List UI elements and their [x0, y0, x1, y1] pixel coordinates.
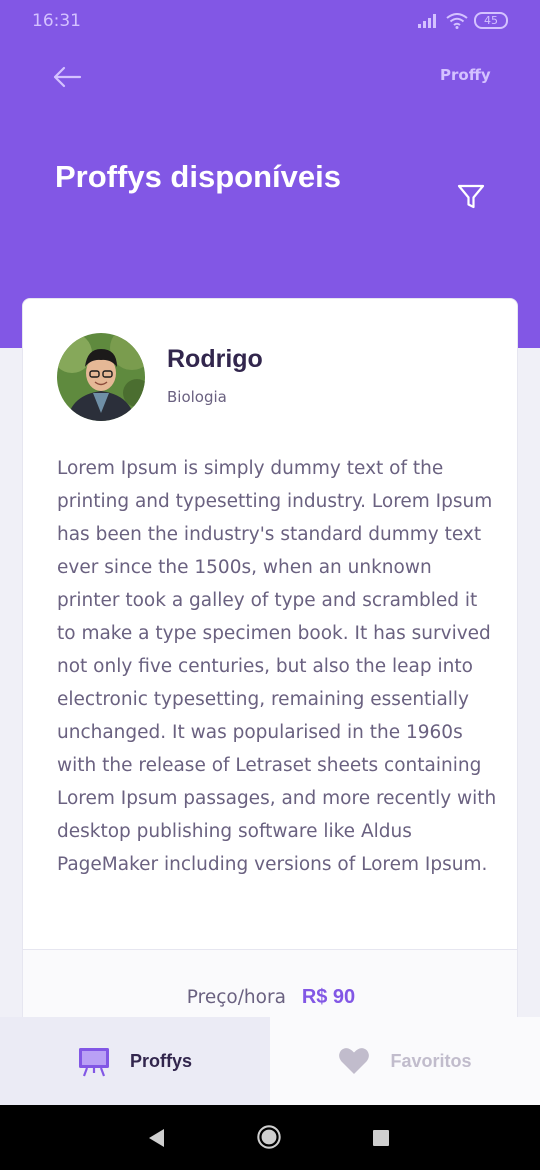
back-arrow-icon[interactable] [52, 64, 82, 90]
price-row: Preço/hora R$ 90 [23, 986, 517, 1009]
status-bar: 16:31 45 [0, 0, 540, 44]
heart-icon [339, 1048, 370, 1074]
status-icons: 45 [418, 12, 508, 29]
tab-proffys-label: Proffys [129, 1050, 192, 1071]
filter-icon[interactable] [456, 182, 486, 212]
avatar [57, 333, 145, 421]
price-label: Preço/hora [186, 987, 286, 1008]
teacher-name: Rodrigo [167, 345, 263, 373]
easel-icon [78, 1048, 109, 1077]
tab-proffys[interactable]: Proffys [0, 1017, 270, 1105]
teacher-card: Rodrigo Biologia Lorem Ipsum is simply d… [22, 298, 518, 1118]
teacher-subject: Biologia [167, 388, 227, 406]
battery-indicator: 45 [474, 12, 508, 29]
system-nav-bar [0, 1105, 540, 1170]
status-time: 16:31 [32, 11, 81, 31]
page-title: Proffys disponíveis [55, 159, 341, 194]
nav-back-icon[interactable] [144, 1125, 170, 1151]
brand-logo: Proffy [440, 66, 491, 84]
nav-home-icon[interactable] [256, 1124, 282, 1150]
tab-favoritos[interactable]: Favoritos [270, 1017, 540, 1105]
bottom-tab-bar: Proffys Favoritos [0, 1017, 540, 1105]
price-value: R$ 90 [301, 986, 356, 1008]
tab-favoritos-label: Favoritos [390, 1050, 472, 1071]
wifi-icon [446, 12, 468, 29]
signal-icon [418, 13, 436, 28]
teacher-bio: Lorem Ipsum is simply dummy text of the … [57, 458, 497, 875]
nav-recents-icon[interactable] [368, 1125, 394, 1151]
